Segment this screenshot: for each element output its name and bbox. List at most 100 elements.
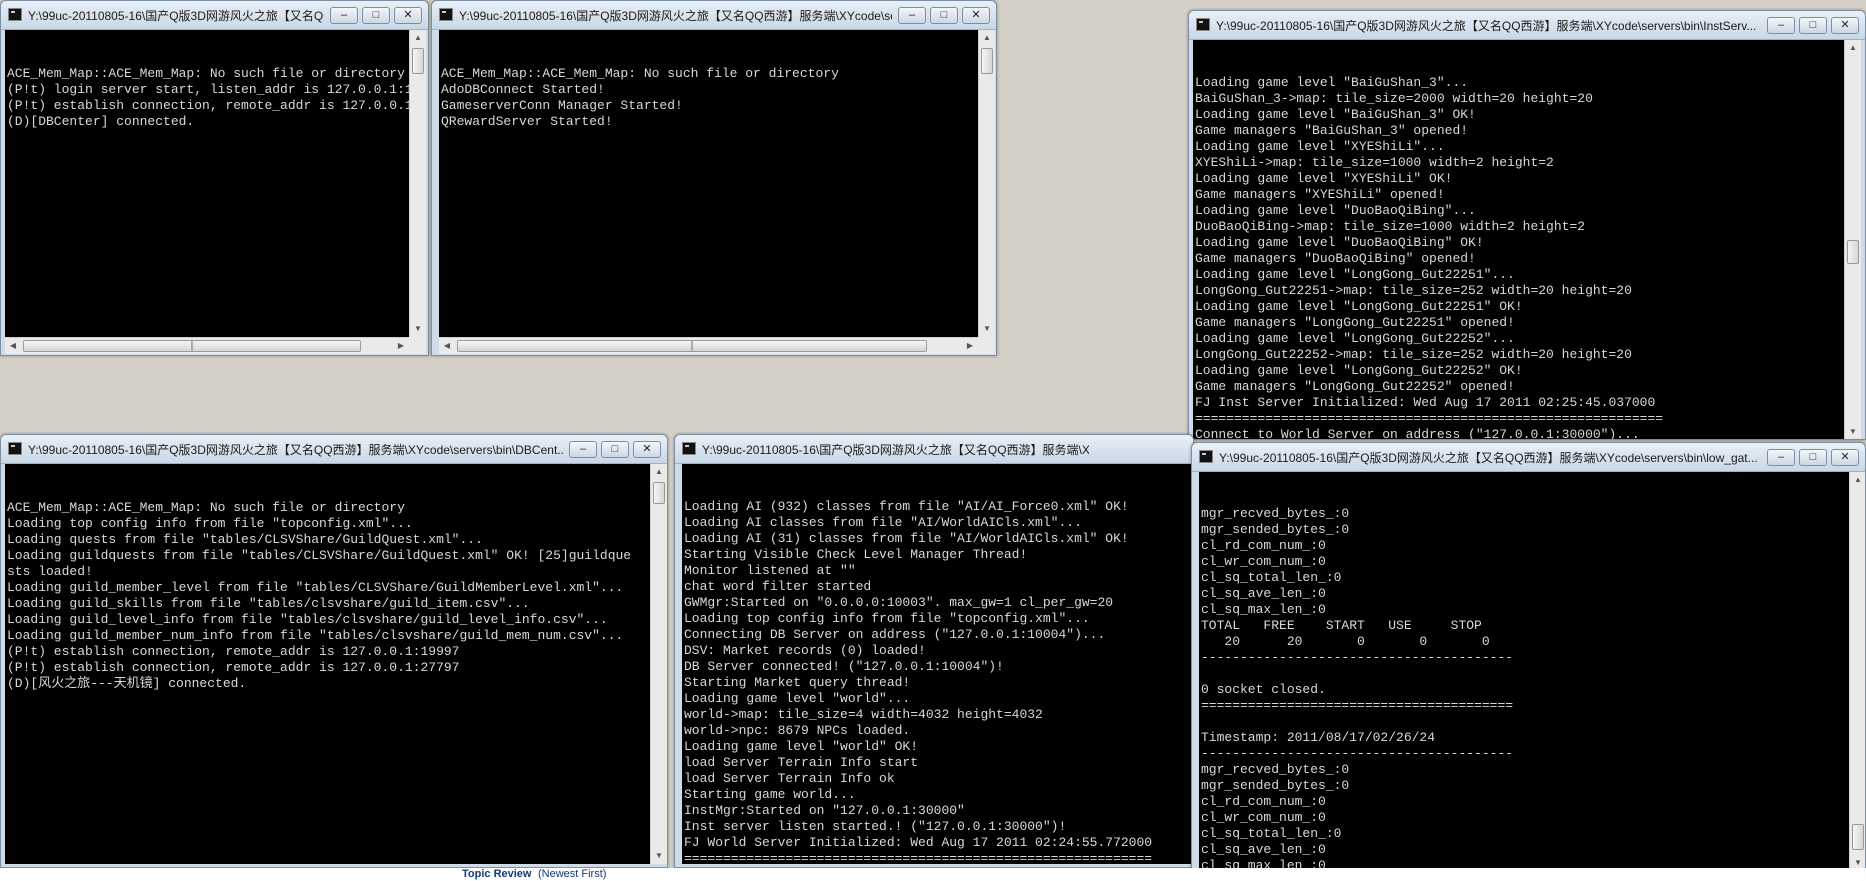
scroll-down-icon[interactable]: ▼ — [1845, 424, 1861, 439]
title-bar[interactable]: Y:\99uc-20110805-16\国产Q版3D网游风火之旅【又名QQ西游】… — [1, 435, 667, 464]
console-line: Loading game level "LongGong_Gut22252"..… — [1195, 331, 1515, 346]
background-page-strip: Topic Review (Newest First) — [0, 868, 1866, 881]
scroll-thumb[interactable] — [981, 48, 993, 74]
maximize-icon[interactable]: □ — [1799, 449, 1827, 466]
console-line: Connecting DB Server on address ("127.0.… — [684, 627, 1106, 642]
console-window-login[interactable]: Y:\99uc-20110805-16\国产Q版3D网游风火之旅【又名QQ西游】… — [0, 0, 429, 356]
console-output[interactable]: Loading game level "BaiGuShan_3"... BaiGu… — [1193, 40, 1844, 439]
console-line: FJ World Server Initialized: Wed Aug 17 … — [684, 835, 1153, 850]
console-output[interactable]: Loading AI (932) classes from file "AI/A… — [682, 464, 1193, 864]
console-line: cl_sq_ave_len_:0 — [1201, 586, 1326, 601]
scroll-thumb[interactable] — [1852, 824, 1864, 850]
maximize-icon[interactable]: □ — [362, 7, 390, 24]
minimize-icon[interactable]: – — [898, 7, 926, 24]
vertical-scrollbar[interactable]: ▲ ▼ — [650, 464, 667, 864]
console-line: cl_rd_com_num_:0 — [1201, 538, 1326, 553]
console-lines: Loading AI (932) classes from file "AI/A… — [684, 499, 1193, 864]
scroll-up-icon[interactable]: ▲ — [1850, 472, 1865, 488]
console-line: FJ Inst Server Initialized: Wed Aug 17 2… — [1195, 395, 1656, 410]
scroll-left-icon[interactable]: ◀ — [5, 338, 21, 354]
minimize-icon[interactable]: – — [1767, 17, 1795, 34]
scroll-corner — [409, 337, 426, 354]
minimize-icon[interactable]: – — [569, 441, 597, 458]
minimize-icon[interactable]: – — [1767, 449, 1795, 466]
maximize-icon[interactable]: □ — [930, 7, 958, 24]
console-line: XYEShiLi->map: tile_size=1000 width=2 he… — [1195, 155, 1554, 170]
console-line: Game managers "DuoBaoQiBing" opened! — [1195, 251, 1476, 266]
topic-review-link[interactable]: Topic Review — [462, 868, 531, 881]
vertical-scrollbar[interactable]: ▲ ▼ — [1849, 472, 1865, 871]
scroll-thumb[interactable] — [1847, 240, 1859, 264]
close-icon[interactable]: ✕ — [394, 7, 422, 24]
console-line: cl_sq_total_len_:0 — [1201, 826, 1342, 841]
console-window-gateway[interactable]: Y:\99uc-20110805-16\国产Q版3D网游风火之旅【又名QQ西游】… — [1191, 442, 1866, 874]
scroll-right-icon[interactable]: ▶ — [962, 338, 978, 354]
console-line: Loading guild_member_num_info from file … — [7, 628, 624, 643]
title-bar[interactable]: Y:\99uc-20110805-16\国产Q版3D网游风火之旅【又名QQ西游】… — [1189, 11, 1865, 40]
maximize-icon[interactable]: □ — [601, 441, 629, 458]
console-line: 20 20 0 0 0 — [1201, 634, 1490, 649]
scroll-down-icon[interactable]: ▼ — [979, 321, 995, 337]
scroll-thumb[interactable]: ║ — [457, 340, 927, 352]
console-line: TOTAL FREE START USE STOP — [1201, 618, 1482, 633]
console-output[interactable]: mgr_recved_bytes_:0 mgr_sended_bytes_:0 cl… — [1199, 472, 1849, 871]
console-app-icon — [8, 8, 22, 21]
console-line: QRewardServer Started! — [441, 114, 613, 129]
scroll-right-icon[interactable]: ▶ — [393, 338, 409, 354]
console-window-world[interactable]: Y:\99uc-20110805-16\国产Q版3D网游风火之旅【又名QQ西游】… — [674, 434, 1194, 868]
console-line: Starting game world... — [684, 787, 856, 802]
console-line: Loading game level "LongGong_Gut22252" O… — [1195, 363, 1523, 378]
scroll-down-icon[interactable]: ▼ — [651, 848, 667, 864]
horizontal-scrollbar[interactable]: ◀ ║ ▶ — [5, 337, 409, 354]
vertical-scrollbar[interactable]: ▲ ▼ — [1844, 40, 1861, 439]
scroll-up-icon[interactable]: ▲ — [979, 30, 995, 46]
close-icon[interactable]: ✕ — [633, 441, 661, 458]
title-bar[interactable]: Y:\99uc-20110805-16\国产Q版3D网游风火之旅【又名QQ西游】… — [1, 1, 428, 30]
console-line: GWMgr:Started on "0.0.0.0:10003". max_gw… — [684, 595, 1114, 610]
console-line: Loading guild_member_level from file "ta… — [7, 580, 624, 595]
console-line: cl_sq_max_len_:0 — [1201, 602, 1326, 617]
console-output[interactable]: ACE_Mem_Map::ACE_Mem_Map: No such file o… — [5, 464, 650, 864]
scroll-down-icon[interactable]: ▼ — [410, 321, 426, 337]
console-output[interactable]: ACE_Mem_Map::ACE_Mem_Map: No such file o… — [5, 30, 409, 337]
horizontal-scrollbar[interactable]: ◀ ║ ▶ — [439, 337, 978, 354]
window-title: Y:\99uc-20110805-16\国产Q版3D网游风火之旅【又名QQ西游】… — [28, 443, 563, 457]
console-app-icon — [1199, 450, 1213, 463]
close-icon[interactable]: ✕ — [1831, 449, 1859, 466]
close-icon[interactable]: ✕ — [1831, 17, 1859, 34]
title-bar[interactable]: Y:\99uc-20110805-16\国产Q版3D网游风火之旅【又名QQ西游】… — [1192, 443, 1865, 472]
console-line: Game managers "LongGong_Gut22251" opened… — [1195, 315, 1515, 330]
vertical-scrollbar[interactable]: ▲ ▼ — [978, 30, 995, 337]
close-icon[interactable]: ✕ — [962, 7, 990, 24]
scroll-up-icon[interactable]: ▲ — [410, 30, 426, 46]
title-bar[interactable]: Y:\99uc-20110805-16\国产Q版3D网游风火之旅【又名QQ西游】… — [675, 435, 1193, 464]
console-line: 0 socket closed. — [1201, 682, 1326, 697]
scroll-thumb[interactable] — [653, 482, 665, 504]
console-line: Loading top config info from file "topco… — [7, 516, 413, 531]
console-line: (P!t) establish connection, remote_addr … — [7, 98, 409, 113]
scroll-left-icon[interactable]: ◀ — [439, 338, 455, 354]
minimize-icon[interactable]: – — [330, 7, 358, 24]
scroll-thumb[interactable]: ║ — [23, 340, 361, 352]
window-title: Y:\99uc-20110805-16\国产Q版3D网游风火之旅【又名QQ西游】… — [1219, 451, 1758, 465]
window-title: Y:\99uc-20110805-16\国产Q版3D网游风火之旅【又名QQ西游】… — [702, 443, 1089, 457]
console-window-dbcenter[interactable]: Y:\99uc-20110805-16\国产Q版3D网游风火之旅【又名QQ西游】… — [0, 434, 668, 868]
window-title: Y:\99uc-20110805-16\国产Q版3D网游风火之旅【又名QQ西游】… — [1216, 19, 1757, 33]
console-line: Loading guild_level_info from file "tabl… — [7, 612, 608, 627]
console-lines: ACE_Mem_Map::ACE_Mem_Map: No such file o… — [441, 66, 978, 130]
maximize-icon[interactable]: □ — [1799, 17, 1827, 34]
console-line: ACE_Mem_Map::ACE_Mem_Map: No such file o… — [7, 500, 405, 515]
console-line: Loading AI (932) classes from file "AI/A… — [684, 499, 1129, 514]
scroll-up-icon[interactable]: ▲ — [651, 464, 667, 480]
console-window-reward[interactable]: Y:\99uc-20110805-16\国产Q版3D网游风火之旅【又名QQ西游】… — [431, 0, 997, 356]
scroll-up-icon[interactable]: ▲ — [1845, 40, 1861, 56]
vertical-scrollbar[interactable]: ▲ ▼ — [409, 30, 426, 337]
console-line: Loading game level "LongGong_Gut22251" O… — [1195, 299, 1523, 314]
console-line: InstMgr:Started on "127.0.0.1:30000" — [684, 803, 965, 818]
console-window-inst[interactable]: Y:\99uc-20110805-16\国产Q版3D网游风火之旅【又名QQ西游】… — [1188, 10, 1866, 440]
console-output[interactable]: ACE_Mem_Map::ACE_Mem_Map: No such file o… — [439, 30, 978, 337]
scroll-thumb[interactable] — [412, 48, 424, 74]
console-line: Loading guild_skills from file "tables/c… — [7, 596, 530, 611]
title-bar[interactable]: Y:\99uc-20110805-16\国产Q版3D网游风火之旅【又名QQ西游】… — [432, 1, 996, 30]
console-line: Monitor listened at "" — [684, 563, 856, 578]
